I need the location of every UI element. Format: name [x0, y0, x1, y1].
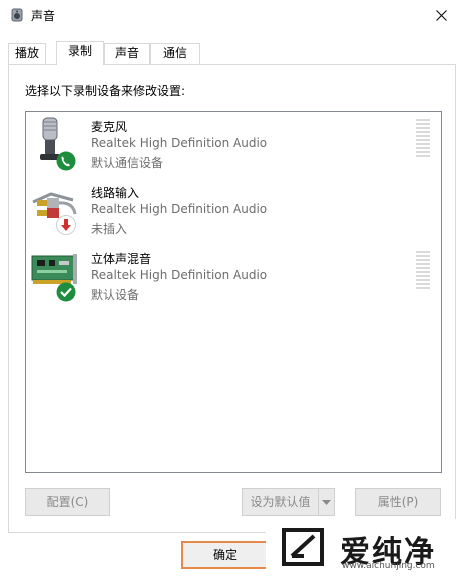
device-stereo-mix[interactable]: 立体声混音 Realtek High Definition Audio 默认设备	[26, 246, 441, 310]
tab-communications[interactable]: 通信	[150, 43, 200, 64]
instruction-text: 选择以下录制设备来修改设置:	[25, 84, 186, 98]
device-description: Realtek High Definition Audio	[91, 268, 268, 282]
device-name: 麦克风	[91, 120, 128, 134]
unplugged-badge-icon	[56, 215, 76, 235]
speaker-icon	[11, 8, 23, 22]
set-default-dropdown[interactable]	[318, 488, 335, 516]
watermark: 爱纯净 www.aichunjing.com	[266, 519, 464, 579]
set-default-button[interactable]: 设为默认值(S)	[242, 488, 319, 535]
recording-panel: 选择以下录制设备来修改设置: 麦克风 Realtek High Definiti…	[8, 64, 456, 533]
device-microphone[interactable]: 麦克风 Realtek High Definition Audio 默认通信设备	[26, 114, 441, 178]
device-name: 立体声混音	[91, 252, 152, 266]
device-description: Realtek High Definition Audio	[91, 202, 268, 216]
check-badge-icon	[56, 282, 76, 302]
device-line-in[interactable]: 线路输入 Realtek High Definition Audio 未插入	[26, 180, 441, 244]
level-meter	[416, 251, 430, 293]
level-meter	[416, 119, 430, 161]
configure-button[interactable]: 配置(C)	[25, 488, 110, 516]
device-list[interactable]: 麦克风 Realtek High Definition Audio 默认通信设备…	[25, 111, 442, 473]
window-title: 声音	[31, 9, 56, 23]
device-description: Realtek High Definition Audio	[91, 136, 268, 150]
chevron-down-icon	[322, 500, 331, 505]
device-name: 线路输入	[91, 186, 140, 200]
device-status: 未插入	[91, 222, 128, 236]
device-status: 默认通信设备	[91, 156, 164, 170]
watermark-url: www.aichunjing.com	[342, 561, 435, 571]
close-button[interactable]	[418, 0, 464, 30]
device-status: 默认设备	[91, 288, 140, 302]
title-bar: 声音	[0, 0, 464, 30]
tab-sounds[interactable]: 声音	[104, 43, 150, 64]
close-icon	[435, 9, 447, 21]
tab-playback[interactable]: 播放	[8, 43, 46, 64]
watermark-logo-icon	[282, 528, 324, 566]
phone-badge-icon	[56, 151, 76, 171]
properties-button[interactable]: 属性(P)	[355, 488, 441, 516]
ok-button[interactable]: 确定	[181, 541, 269, 569]
tab-recording[interactable]: 录制	[56, 41, 104, 65]
